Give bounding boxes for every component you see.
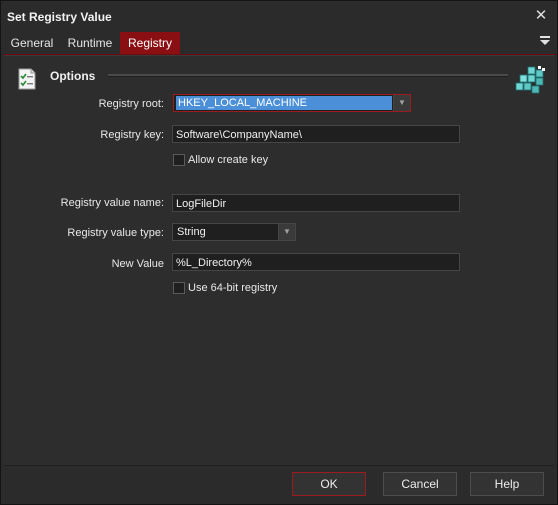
help-button[interactable]: Help	[470, 472, 544, 496]
allow-create-key-label: Allow create key	[188, 154, 269, 166]
value-name-input[interactable]: LogFileDir	[172, 194, 460, 212]
use-64bit-checkbox[interactable]	[173, 282, 185, 294]
section-title: Options	[50, 69, 96, 83]
value-type-select[interactable]: String ▼	[172, 223, 296, 241]
window-title: Set Registry Value	[7, 10, 112, 24]
checklist-icon	[17, 68, 37, 90]
registry-root-value: HKEY_LOCAL_MACHINE	[176, 96, 392, 110]
value-name-label: Registry value name:	[60, 197, 164, 209]
close-icon[interactable]: ✕	[531, 6, 551, 26]
new-value-label: New Value	[111, 258, 164, 270]
tab-general[interactable]: General	[5, 32, 59, 54]
tab-bar: General Runtime Registry	[3, 32, 556, 55]
registry-root-label: Registry root:	[98, 98, 164, 110]
value-type-label: Registry value type:	[67, 227, 164, 239]
use-64bit-label: Use 64-bit registry	[188, 282, 278, 294]
tab-registry[interactable]: Registry	[120, 32, 180, 54]
allow-create-key-checkbox[interactable]	[173, 154, 185, 166]
registry-key-input[interactable]: Software\CompanyName\	[172, 125, 460, 143]
hamburger-arrow-icon	[540, 36, 550, 45]
registry-key-label: Registry key:	[100, 129, 164, 141]
new-value-input[interactable]: %L_Directory%	[172, 253, 460, 271]
chevron-down-icon[interactable]: ▼	[393, 95, 410, 111]
tab-runtime[interactable]: Runtime	[61, 32, 119, 54]
chevron-down-icon[interactable]: ▼	[278, 224, 295, 240]
section-divider	[108, 74, 508, 77]
registry-cubes-icon	[514, 65, 548, 97]
title-bar: Set Registry Value ✕	[1, 1, 557, 32]
ok-button[interactable]: OK	[292, 472, 366, 496]
dialog-window: Set Registry Value ✕ General Runtime Reg…	[0, 0, 558, 505]
cancel-button[interactable]: Cancel	[383, 472, 457, 496]
registry-root-select[interactable]: HKEY_LOCAL_MACHINE ▼	[173, 94, 411, 112]
tab-menu-icon[interactable]	[538, 33, 552, 51]
value-type-value: String	[177, 226, 206, 238]
